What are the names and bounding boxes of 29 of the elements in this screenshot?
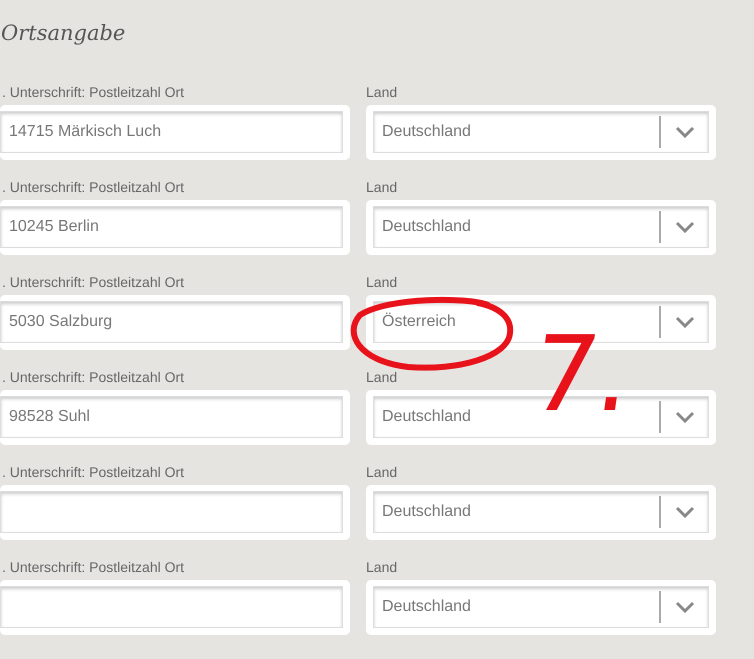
field-label: . Unterschrift: Postleitzahl Ort — [2, 559, 184, 577]
country-dropdown[interactable]: Deutschland — [373, 586, 709, 628]
chevron-down-icon — [675, 316, 695, 328]
field-label: . Unterschrift: Postleitzahl Ort — [2, 464, 184, 482]
field-label: Land — [366, 464, 398, 482]
field-label: Land — [366, 369, 398, 387]
country-dropdown[interactable]: Deutschland — [373, 491, 709, 533]
field-label: . Unterschrift: Postleitzahl Ort — [2, 84, 184, 102]
field-label: . Unterschrift: Postleitzahl Ort — [2, 369, 184, 387]
input-field[interactable] — [0, 491, 343, 533]
chevron-down-icon — [675, 221, 695, 233]
field-label: Land — [366, 179, 398, 197]
input-field[interactable]: 5030 Salzburg — [0, 301, 343, 343]
input-field[interactable]: 14715 Märkisch Luch — [0, 111, 343, 153]
chevron-down-icon — [675, 601, 695, 613]
field-label: . Unterschrift: Postleitzahl Ort — [2, 274, 184, 292]
country-dropdown[interactable]: Deutschland — [373, 206, 709, 248]
chevron-down-icon — [675, 126, 695, 138]
input-field[interactable]: 98528 Suhl — [0, 396, 343, 438]
field-label: Land — [366, 84, 398, 102]
input-field[interactable]: 10245 Berlin — [0, 206, 343, 248]
section-title: Ortsangabe — [1, 20, 126, 47]
chevron-down-icon — [675, 411, 695, 423]
field-label: Land — [366, 559, 398, 577]
input-field[interactable] — [0, 586, 343, 628]
country-dropdown[interactable]: Deutschland — [373, 111, 709, 153]
chevron-down-icon — [675, 506, 695, 518]
field-label: Land — [366, 274, 398, 292]
field-label: . Unterschrift: Postleitzahl Ort — [2, 179, 184, 197]
